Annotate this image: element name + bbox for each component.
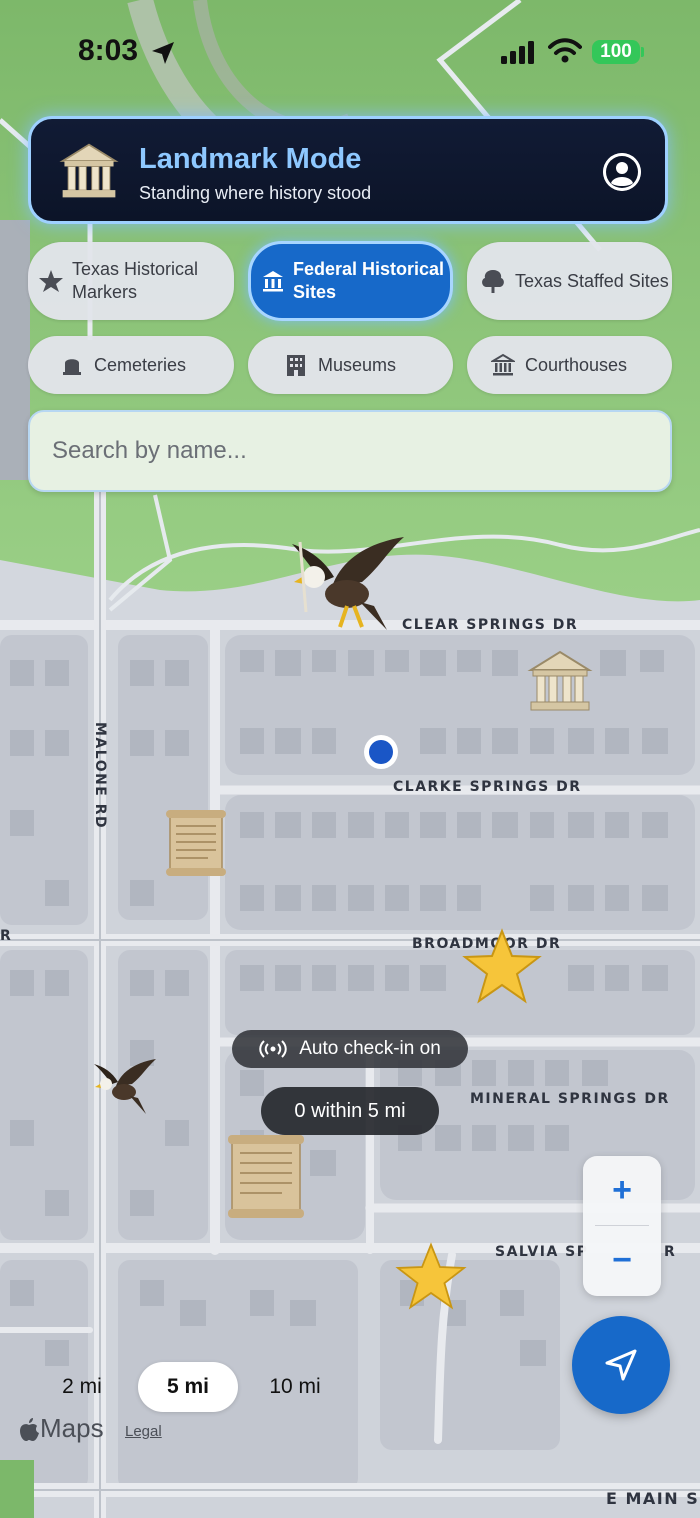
star-icon bbox=[38, 268, 64, 294]
courthouse-icon[interactable] bbox=[527, 648, 593, 714]
star-icon[interactable] bbox=[395, 1242, 467, 1310]
radius-option-label: 10 mi bbox=[269, 1375, 321, 1398]
broadcast-icon bbox=[259, 1040, 287, 1058]
columned-building-icon bbox=[59, 143, 119, 198]
zoom-out-button[interactable]: − bbox=[583, 1226, 661, 1294]
filter-courthouses[interactable]: Courthouses bbox=[467, 336, 672, 394]
eagle-icon[interactable] bbox=[94, 1056, 158, 1116]
filter-federal-historical-sites[interactable]: Federal Historical Sites bbox=[248, 241, 453, 321]
filter-texas-staffed-sites[interactable]: Texas Staffed Sites bbox=[467, 242, 672, 320]
nearby-count-label: 0 within 5 mi bbox=[294, 1099, 406, 1122]
person-circle-icon bbox=[603, 153, 641, 191]
filter-label: Texas Staffed Sites bbox=[515, 270, 669, 291]
user-location-icon bbox=[364, 735, 398, 769]
building-icon bbox=[282, 353, 310, 377]
auto-checkin-label: Auto check-in on bbox=[299, 1038, 441, 1059]
road-label-clear-springs: CLEAR SPRINGS DR bbox=[402, 617, 579, 633]
road-label-salvia: SALVIA SP bbox=[495, 1244, 589, 1260]
profile-button[interactable] bbox=[603, 153, 641, 191]
apple-logo-icon bbox=[20, 1417, 39, 1441]
radius-option-2mi[interactable]: 2 mi bbox=[28, 1362, 136, 1412]
zoom-control: + − bbox=[583, 1156, 661, 1296]
tombstone-icon bbox=[58, 354, 86, 376]
filter-label: Museums bbox=[318, 354, 397, 375]
zoom-in-button[interactable]: + bbox=[583, 1156, 661, 1224]
maps-label: Maps bbox=[40, 1413, 104, 1443]
filter-museums[interactable]: Museums bbox=[248, 336, 453, 394]
mode-subtitle: Standing where history stood bbox=[139, 183, 372, 203]
radius-option-label: 2 mi bbox=[62, 1375, 102, 1398]
search-input[interactable] bbox=[28, 410, 672, 492]
clock-time: 8:03 bbox=[78, 34, 139, 67]
auto-checkin-badge: Auto check-in on bbox=[232, 1030, 468, 1068]
bank-icon bbox=[261, 269, 285, 293]
location-arrow-icon bbox=[152, 42, 174, 64]
road-label-salvia-end: R bbox=[664, 1244, 677, 1260]
filter-label: Cemeteries bbox=[94, 354, 187, 375]
filter-cemeteries[interactable]: Cemeteries bbox=[28, 336, 234, 394]
wifi-icon bbox=[548, 38, 582, 63]
road-label-malone: MALONE RD bbox=[92, 722, 108, 830]
scroll-icon[interactable] bbox=[162, 808, 230, 876]
recenter-location-button[interactable] bbox=[572, 1316, 670, 1414]
cellular-signal-icon bbox=[501, 41, 534, 64]
radius-option-10mi[interactable]: 10 mi bbox=[242, 1362, 348, 1412]
courthouse-icon bbox=[489, 353, 517, 377]
legal-link[interactable]: Legal bbox=[125, 1423, 162, 1440]
mode-title: Landmark Mode bbox=[139, 143, 362, 175]
filter-texas-historical-markers[interactable]: Texas Historical Markers bbox=[28, 242, 234, 320]
battery-cap bbox=[641, 47, 644, 57]
eagle-icon[interactable] bbox=[292, 532, 407, 632]
navigation-arrow-icon bbox=[605, 1349, 637, 1381]
filter-label: Texas Historical Markers bbox=[72, 259, 199, 302]
road-label-mineral-springs: MINERAL SPRINGS DR bbox=[470, 1091, 670, 1107]
maps-attribution-logo: Maps bbox=[18, 1413, 104, 1444]
battery-indicator: 100 bbox=[592, 40, 640, 64]
radius-selector: 2 mi 5 mi 10 mi bbox=[28, 1362, 348, 1412]
landmark-mode-header: Landmark Mode Standing where history sto… bbox=[28, 116, 668, 224]
scroll-icon[interactable] bbox=[224, 1133, 308, 1219]
star-icon[interactable] bbox=[462, 928, 542, 1004]
road-label-left-edge: R bbox=[0, 928, 13, 944]
zoom-out-label: − bbox=[612, 1240, 632, 1279]
radius-option-label: 5 mi bbox=[166, 1375, 210, 1398]
status-bar: 8:03 100 bbox=[0, 0, 700, 100]
road-label-main: E MAIN S bbox=[606, 1489, 700, 1508]
nearby-count-badge: 0 within 5 mi bbox=[261, 1087, 439, 1135]
road-label-clarke-springs: CLARKE SPRINGS DR bbox=[393, 779, 582, 795]
filter-label: Courthouses bbox=[525, 354, 628, 375]
tree-icon bbox=[479, 267, 507, 295]
battery-level: 100 bbox=[600, 41, 632, 62]
zoom-in-label: + bbox=[612, 1170, 632, 1209]
filter-label: Federal Historical Sites bbox=[293, 259, 445, 302]
radius-option-5mi[interactable]: 5 mi bbox=[138, 1362, 238, 1412]
